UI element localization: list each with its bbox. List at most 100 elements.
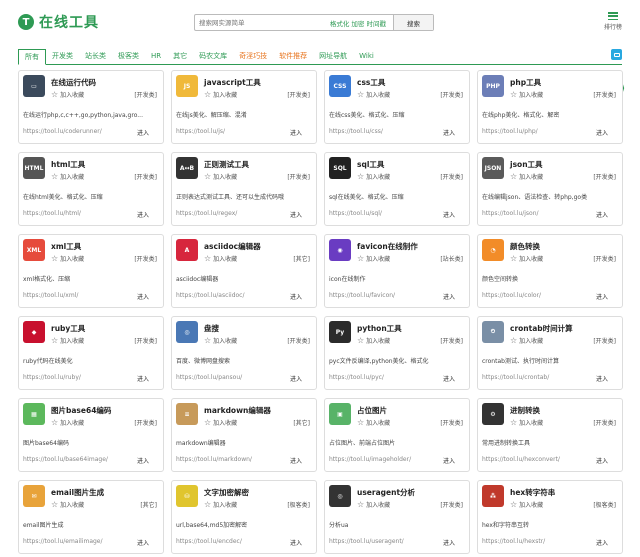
tool-card[interactable]: Py python工具 ☆ 加入收藏 [开发类] pyc文件反编译,python美化、格式… [324,316,470,390]
tool-category[interactable]: [开发类] [440,90,463,99]
tool-card[interactable]: JSON json工具 ☆ 加入收藏 [开发类] 在线编辑json、语法检查、转php,g… [477,152,623,226]
add-favorite-button[interactable]: ☆ 加入收藏 [204,172,237,182]
tool-category[interactable]: [开发类] [287,90,310,99]
add-favorite-button[interactable]: ☆ 加入收藏 [51,418,84,428]
enter-button[interactable]: 进入 [137,374,149,383]
add-favorite-button[interactable]: ☆ 加入收藏 [357,90,390,100]
enter-button[interactable]: 进入 [596,292,608,301]
enter-button[interactable]: 进入 [290,128,302,137]
tool-title[interactable]: sql工具 [357,159,384,170]
tool-category[interactable]: [开发类] [134,254,157,263]
tool-category[interactable]: [开发类] [134,172,157,181]
tool-title[interactable]: ruby工具 [51,323,85,334]
tab-0[interactable]: 所有 [18,49,46,65]
tool-title[interactable]: useragent分析 [357,487,415,498]
tool-category[interactable]: [开发类] [593,418,616,427]
tool-title[interactable]: hex转字符串 [510,487,555,498]
add-favorite-button[interactable]: ☆ 加入收藏 [51,172,84,182]
add-favorite-button[interactable]: ☆ 加入收藏 [204,418,237,428]
enter-button[interactable]: 进入 [596,538,608,547]
tab-4[interactable]: HR [145,49,167,64]
tab-10[interactable]: Wiki [353,49,380,64]
enter-button[interactable]: 进入 [443,292,455,301]
tool-card[interactable]: ▭ 在线运行代码 ☆ 加入收藏 [开发类] 在线运行php,c,c++,go,python… [18,70,164,144]
tool-title[interactable]: asciidoc编辑器 [204,241,261,252]
tool-category[interactable]: [其它] [293,254,310,263]
enter-button[interactable]: 进入 [596,128,608,137]
enter-button[interactable]: 进入 [443,374,455,383]
tool-card[interactable]: ✉ email图片生成 ☆ 加入收藏 [其它] email图片生成 https://tool… [18,480,164,554]
tool-category[interactable]: [站长类] [440,254,463,263]
site-logo[interactable]: T 在线工具 [18,12,99,32]
tool-title[interactable]: css工具 [357,77,385,88]
add-favorite-button[interactable]: ☆ 加入收藏 [357,418,390,428]
add-favorite-button[interactable]: ☆ 加入收藏 [510,418,543,428]
add-favorite-button[interactable]: ☆ 加入收藏 [357,336,390,346]
add-favorite-button[interactable]: ☆ 加入收藏 [51,336,84,346]
add-favorite-button[interactable]: ☆ 加入收藏 [204,336,237,346]
tool-category[interactable]: [开发类] [287,172,310,181]
tool-title[interactable]: 进制转换 [510,405,540,416]
enter-button[interactable]: 进入 [290,538,302,547]
tool-category[interactable]: [开发类] [440,418,463,427]
tool-card[interactable]: ⛁ 文字加密解密 ☆ 加入收藏 [极客类] url,base64,md5加密解密 https… [171,480,317,554]
tool-category[interactable]: [开发类] [593,254,616,263]
tool-card[interactable]: CSS css工具 ☆ 加入收藏 [开发类] 在线css美化、格式化、压缩 https://… [324,70,470,144]
tool-title[interactable]: 占位图片 [357,405,387,416]
enter-button[interactable]: 进入 [290,292,302,301]
tool-category[interactable]: [开发类] [440,172,463,181]
tool-card[interactable]: JS javascript工具 ☆ 加入收藏 [开发类] 在线js美化、解压缩、混淆 htt… [171,70,317,144]
tool-card[interactable]: SQL sql工具 ☆ 加入收藏 [开发类] sql在线美化、格式化、压缩 https://… [324,152,470,226]
add-favorite-button[interactable]: ☆ 加入收藏 [510,500,543,510]
tool-category[interactable]: [开发类] [134,418,157,427]
tool-category[interactable]: [其它] [140,500,157,509]
add-favorite-button[interactable]: ☆ 加入收藏 [510,336,543,346]
tool-card[interactable]: ▦ 图片base64编码 ☆ 加入收藏 [开发类] 图片base64编码 https://t… [18,398,164,472]
enter-button[interactable]: 进入 [443,456,455,465]
tab-7[interactable]: 奇淫巧技 [233,49,273,64]
tool-card[interactable]: ◔ 颜色转换 ☆ 加入收藏 [开发类] 颜色空间转换 https://tool.lu/col… [477,234,623,308]
tool-card[interactable]: ≡ markdown编辑器 ☆ 加入收藏 [其它] markdown编辑器 https://… [171,398,317,472]
add-favorite-button[interactable]: ☆ 加入收藏 [357,254,390,264]
enter-button[interactable]: 进入 [596,456,608,465]
tool-category[interactable]: [开发类] [440,500,463,509]
tool-card[interactable]: XML xml工具 ☆ 加入收藏 [开发类] xml格式化、压缩 https://tool.… [18,234,164,308]
tab-8[interactable]: 软件推荐 [273,49,313,64]
add-favorite-button[interactable]: ☆ 加入收藏 [357,172,390,182]
add-favorite-button[interactable]: ☆ 加入收藏 [51,90,84,100]
tool-title[interactable]: html工具 [51,159,85,170]
add-favorite-button[interactable]: ☆ 加入收藏 [357,500,390,510]
tool-category[interactable]: [开发类] [593,336,616,345]
enter-button[interactable]: 进入 [290,210,302,219]
tab-3[interactable]: 极客类 [112,49,145,64]
tool-category[interactable]: [极客类] [287,500,310,509]
tool-title[interactable]: 颜色转换 [510,241,540,252]
tool-card[interactable]: ⚙ 进制转换 ☆ 加入收藏 [开发类] 常用进制转换工具 https://tool.lu/h… [477,398,623,472]
enter-button[interactable]: 进入 [137,292,149,301]
add-favorite-button[interactable]: ☆ 加入收藏 [204,500,237,510]
tool-title[interactable]: email图片生成 [51,487,104,498]
enter-button[interactable]: 进入 [443,128,455,137]
tool-title[interactable]: json工具 [510,159,543,170]
tool-title[interactable]: 盘搜 [204,323,219,334]
enter-button[interactable]: 进入 [290,456,302,465]
tool-card[interactable]: ▣ 占位图片 ☆ 加入收藏 [开发类] 占位图片、前端占位图片 https://tool.l… [324,398,470,472]
chat-icon[interactable] [611,49,622,60]
tool-card[interactable]: ◎ 盘搜 ☆ 加入收藏 [开发类] 百度、微博网盘搜索 https://tool.lu/pa… [171,316,317,390]
enter-button[interactable]: 进入 [137,456,149,465]
tab-5[interactable]: 其它 [167,49,193,64]
tool-category[interactable]: [开发类] [287,336,310,345]
tab-2[interactable]: 站长类 [79,49,112,64]
tool-card[interactable]: ◉ favicon在线制作 ☆ 加入收藏 [站长类] icon在线制作 https://to… [324,234,470,308]
tool-title[interactable]: javascript工具 [204,77,261,88]
tool-card[interactable]: HTML html工具 ☆ 加入收藏 [开发类] 在线html美化、格式化、压缩 https… [18,152,164,226]
enter-button[interactable]: 进入 [443,538,455,547]
enter-button[interactable]: 进入 [596,210,608,219]
tool-card[interactable]: PHP php工具 ☆ 加入收藏 [开发类] 在线php美化、格式化、解密 https://… [477,70,623,144]
tool-title[interactable]: python工具 [357,323,402,334]
tool-title[interactable]: crontab时间计算 [510,323,573,334]
tool-title[interactable]: 文字加密解密 [204,487,249,498]
enter-button[interactable]: 进入 [137,538,149,547]
tool-title[interactable]: markdown编辑器 [204,405,271,416]
enter-button[interactable]: 进入 [137,210,149,219]
